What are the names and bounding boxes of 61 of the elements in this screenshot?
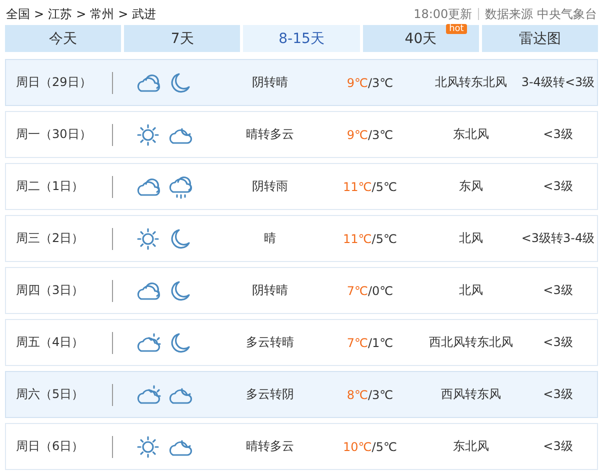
temperature: 11℃/5℃ — [342, 180, 398, 194]
sun-icon — [135, 434, 161, 458]
wind-level: 3-4级转<3级 — [521, 74, 596, 91]
wind-level: <3级转3-4级 — [521, 230, 596, 247]
wind-direction: 东风 — [458, 178, 484, 195]
breadcrumb-link[interactable]: 全国 — [6, 6, 30, 22]
weather-text: 晴转多云 — [245, 126, 295, 143]
wind-level: <3级 — [542, 334, 574, 351]
temperature: 7℃/1℃ — [346, 336, 394, 350]
wind-level: <3级 — [542, 438, 574, 455]
tab[interactable]: 8-15天 — [243, 25, 360, 52]
hot-badge: hot — [446, 24, 467, 34]
rain-cloud-icon — [167, 174, 193, 198]
tab[interactable]: 今天 — [5, 25, 122, 52]
temperature: 11℃/5℃ — [342, 232, 398, 246]
tab[interactable]: 雷达图 — [482, 25, 598, 52]
weather-text: 阴转晴 — [251, 282, 289, 299]
breadcrumb-link[interactable]: 常州 — [90, 6, 114, 22]
day-label: 周日（6日） — [15, 438, 85, 455]
temperature: 9℃/3℃ — [346, 128, 394, 142]
sun-icon — [135, 226, 161, 250]
sun-icon — [135, 122, 161, 146]
temperature: 9℃/3℃ — [346, 76, 394, 90]
weather-text: 多云转阴 — [245, 386, 295, 403]
breadcrumb-separator: > — [118, 7, 128, 21]
cloud-sun-icon — [135, 330, 161, 354]
wind-direction: 西北风转东北风 — [428, 334, 514, 351]
update-time: 18:00更新 — [414, 6, 472, 22]
temperature: 10℃/5℃ — [342, 440, 398, 454]
cloud-sun-icon — [135, 382, 161, 406]
wind-level: <3级 — [542, 178, 574, 195]
day-label: 周一（30日） — [15, 126, 92, 143]
tab[interactable]: 40天 hot — [362, 25, 479, 52]
day-label: 周四（3日） — [15, 282, 85, 299]
wind-direction: 西风转东风 — [440, 386, 502, 403]
wind-direction: 北风 — [458, 282, 484, 299]
wind-direction: 北风转东北风 — [434, 74, 508, 91]
wind-level: <3级 — [542, 282, 574, 299]
breadcrumb-separator: > — [34, 7, 44, 21]
wind-direction: 东北风 — [452, 438, 490, 455]
weather-text: 晴转多云 — [245, 438, 295, 455]
tab[interactable]: 7天 — [124, 25, 240, 52]
weather-text: 阴转雨 — [251, 178, 289, 195]
temperature: 8℃/3℃ — [346, 388, 394, 402]
weather-text: 多云转晴 — [245, 334, 295, 351]
wind-direction: 北风 — [458, 230, 484, 247]
weather-text: 晴 — [263, 230, 277, 247]
breadcrumb-separator: > — [76, 7, 86, 21]
day-label: 周五（4日） — [15, 334, 85, 351]
day-label: 周二（1日） — [15, 178, 85, 195]
weather-text: 阴转晴 — [251, 74, 289, 91]
breadcrumb-link[interactable]: 武进 — [132, 6, 156, 22]
temperature: 7℃/0℃ — [346, 284, 394, 298]
wind-direction: 东北风 — [452, 126, 490, 143]
day-label: 周六（5日） — [15, 386, 85, 403]
data-source: 数据来源 中央气象台 — [485, 6, 597, 22]
day-label: 周三（2日） — [15, 230, 85, 247]
breadcrumb-link[interactable]: 江苏 — [48, 6, 72, 22]
day-label: 周日（29日） — [15, 74, 92, 91]
wind-level: <3级 — [542, 386, 574, 403]
wind-level: <3级 — [542, 126, 574, 143]
